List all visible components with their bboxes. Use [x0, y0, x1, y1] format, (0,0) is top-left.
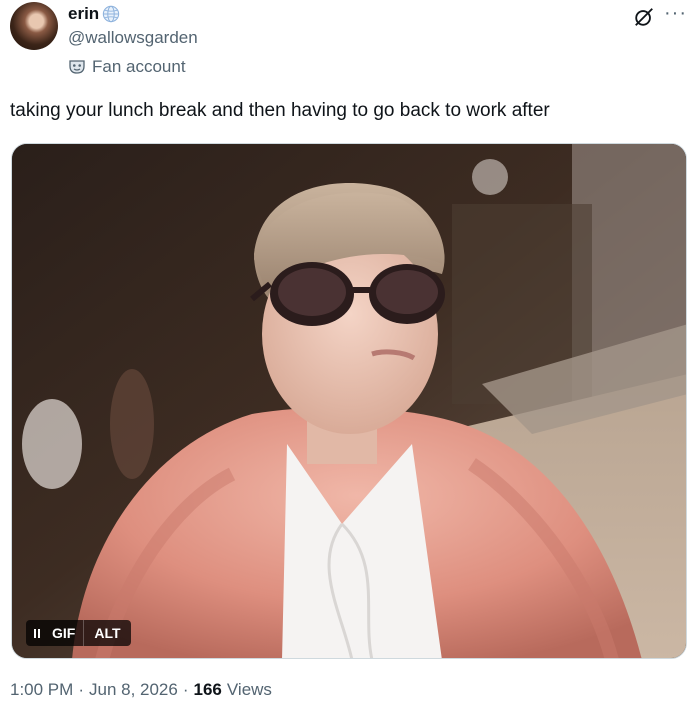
alt-text-button[interactable]: ALT	[83, 620, 130, 646]
gif-badge: GIF	[52, 625, 76, 641]
avatar[interactable]	[10, 2, 58, 50]
gif-controls: GIF ALT	[26, 620, 131, 646]
account-label-text: Fan account	[92, 57, 186, 76]
mask-icon	[69, 60, 85, 74]
views-count: 166	[193, 680, 222, 699]
pause-icon[interactable]	[26, 620, 48, 646]
account-label: Fan account	[68, 57, 186, 77]
tweet-time[interactable]: 1:00 PM	[10, 680, 73, 700]
author-handle[interactable]: @wallowsgarden	[68, 28, 198, 48]
tweet-date[interactable]: Jun 8, 2026	[89, 680, 178, 700]
tweet-text: taking your lunch break and then having …	[10, 100, 550, 121]
views-label: Views	[226, 680, 272, 699]
gif-still-image	[12, 144, 686, 658]
tweet-meta: 1:00 PM · Jun 8, 2026 · 166 Views	[10, 680, 272, 700]
separator-dot: ·	[78, 680, 84, 699]
gif-media[interactable]: GIF ALT	[11, 143, 687, 659]
globe-verified-icon	[102, 5, 120, 23]
more-options-icon[interactable]: ···	[664, 2, 687, 25]
separator-dot: ·	[182, 680, 189, 699]
grok-icon[interactable]	[633, 6, 655, 28]
display-name[interactable]: erin	[68, 4, 99, 24]
author-name-row[interactable]: erin	[68, 4, 120, 24]
